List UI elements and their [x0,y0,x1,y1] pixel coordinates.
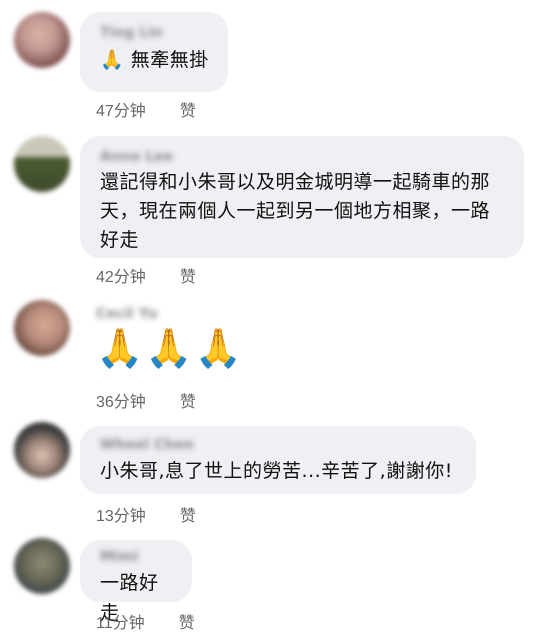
avatar[interactable] [14,422,70,478]
like-button[interactable]: 赞 [180,269,196,286]
comment-time[interactable]: 42分钟 [96,269,146,286]
comment-time[interactable]: 11分钟 [96,615,145,632]
comment-meta: 42分钟 赞 [96,263,230,287]
like-button[interactable]: 赞 [180,103,196,120]
comment-text: 還記得和小朱哥以及明金城明導一起騎車的那 天，現在兩個人一起到另一個地方相聚，一… [100,171,491,251]
avatar[interactable] [14,12,70,68]
comment-time[interactable]: 36分钟 [96,394,146,411]
comment-author[interactable]: Ting Lin [100,22,210,44]
comment-time[interactable]: 13分钟 [96,508,146,525]
comment-bubble: Wheel Chen 小朱哥,息了世上的勞苦...辛苦了,謝謝你! [80,426,476,494]
comment-author[interactable]: Anno Lee [100,146,506,168]
comment-meta: 47分钟 赞 [96,97,230,121]
comment-bubble: Anno Lee 還記得和小朱哥以及明金城明導一起騎車的那 天，現在兩個人一起到… [80,136,524,258]
comment-meta: 13分钟 赞 [96,502,230,526]
comment-text: 🙏🙏🙏 [96,326,244,370]
avatar[interactable] [14,538,70,594]
avatar[interactable] [14,300,70,356]
comment-bubble: Cecil Yu 🙏🙏🙏 [84,303,284,383]
like-button[interactable]: 赞 [180,508,196,525]
comment-author[interactable]: Wheel Chen [100,434,458,456]
like-button[interactable]: 赞 [180,394,196,411]
comment-author[interactable]: Cecil Yu [96,303,284,325]
comment-meta: 11分钟 赞 [96,609,229,633]
comment-text: 小朱哥,息了世上的勞苦...辛苦了,謝謝你! [100,460,453,482]
comment-bubble: Mimi 一路好走 [80,540,192,624]
like-button[interactable]: 赞 [179,615,195,632]
comment-meta: 36分钟 赞 [96,388,230,412]
comment-author[interactable]: Mimi [100,546,174,568]
comment-bubble: Ting Lin 🙏 無牽無掛 [80,12,228,92]
comment-time[interactable]: 47分钟 [96,103,146,120]
comment-text: 🙏 無牽無掛 [100,49,209,71]
avatar[interactable] [14,136,70,192]
